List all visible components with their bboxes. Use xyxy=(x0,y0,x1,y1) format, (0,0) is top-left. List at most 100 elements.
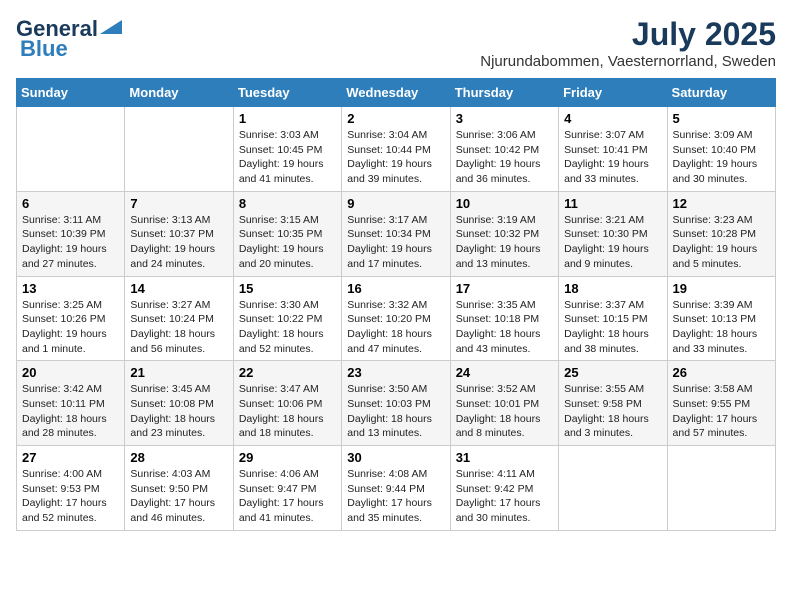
day-info: Sunrise: 3:42 AM Sunset: 10:11 PM Daylig… xyxy=(22,382,119,441)
day-number: 9 xyxy=(347,196,444,211)
page-header: General Blue July 2025 Njurundabommen, V… xyxy=(16,16,776,70)
calendar-cell: 19 Sunrise: 3:39 AM Sunset: 10:13 PM Dayl… xyxy=(667,276,775,361)
calendar-cell: 3 Sunrise: 3:06 AM Sunset: 10:42 PM Dayli… xyxy=(450,107,558,192)
day-info: Sunrise: 4:06 AM Sunset: 9:47 PM Dayligh… xyxy=(239,467,336,526)
calendar-cell: 23Sunrise: 3:50 AM Sunset: 10:03 PM Dayl… xyxy=(342,361,450,446)
day-number: 20 xyxy=(22,365,119,380)
calendar-cell: 29 Sunrise: 4:06 AM Sunset: 9:47 PM Dayli… xyxy=(233,446,341,531)
calendar-week-2: 6 Sunrise: 3:11 AM Sunset: 10:39 PM Dayli… xyxy=(17,191,776,276)
logo-blue: Blue xyxy=(20,36,68,62)
calendar-cell: 5 Sunrise: 3:09 AM Sunset: 10:40 PM Dayli… xyxy=(667,107,775,192)
day-number: 2 xyxy=(347,111,444,126)
day-header-saturday: Saturday xyxy=(667,79,775,107)
day-info: Sunrise: 3:15 AM Sunset: 10:35 PM Daylig… xyxy=(239,213,336,272)
calendar-cell: 4 Sunrise: 3:07 AM Sunset: 10:41 PM Dayli… xyxy=(559,107,667,192)
month-title: July 2025 xyxy=(480,16,776,53)
day-number: 17 xyxy=(456,281,553,296)
title-block: July 2025 Njurundabommen, Vaesternorrlan… xyxy=(480,16,776,70)
day-info: Sunrise: 3:37 AM Sunset: 10:15 PM Daylig… xyxy=(564,298,661,357)
day-number: 15 xyxy=(239,281,336,296)
day-number: 4 xyxy=(564,111,661,126)
day-info: Sunrise: 3:09 AM Sunset: 10:40 PM Daylig… xyxy=(673,128,770,187)
calendar-cell: 31 Sunrise: 4:11 AM Sunset: 9:42 PM Dayli… xyxy=(450,446,558,531)
day-header-wednesday: Wednesday xyxy=(342,79,450,107)
day-info: Sunrise: 3:07 AM Sunset: 10:41 PM Daylig… xyxy=(564,128,661,187)
calendar-cell: 20 Sunrise: 3:42 AM Sunset: 10:11 PM Dayl… xyxy=(17,361,125,446)
calendar-week-5: 27Sunrise: 4:00 AM Sunset: 9:53 PM Dayli… xyxy=(17,446,776,531)
calendar-cell xyxy=(17,107,125,192)
day-header-thursday: Thursday xyxy=(450,79,558,107)
location-title: Njurundabommen, Vaesternorrland, Sweden xyxy=(480,53,776,70)
day-header-sunday: Sunday xyxy=(17,79,125,107)
day-info: Sunrise: 3:17 AM Sunset: 10:34 PM Daylig… xyxy=(347,213,444,272)
day-info: Sunrise: 3:23 AM Sunset: 10:28 PM Daylig… xyxy=(673,213,770,272)
day-number: 28 xyxy=(130,450,227,465)
calendar-cell: 25 Sunrise: 3:55 AM Sunset: 9:58 PM Dayli… xyxy=(559,361,667,446)
day-number: 7 xyxy=(130,196,227,211)
day-info: Sunrise: 3:55 AM Sunset: 9:58 PM Dayligh… xyxy=(564,382,661,441)
day-info: Sunrise: 4:08 AM Sunset: 9:44 PM Dayligh… xyxy=(347,467,444,526)
day-info: Sunrise: 3:13 AM Sunset: 10:37 PM Daylig… xyxy=(130,213,227,272)
day-info: Sunrise: 3:11 AM Sunset: 10:39 PM Daylig… xyxy=(22,213,119,272)
day-info: Sunrise: 3:19 AM Sunset: 10:32 PM Daylig… xyxy=(456,213,553,272)
calendar-cell: 15Sunrise: 3:30 AM Sunset: 10:22 PM Dayl… xyxy=(233,276,341,361)
day-number: 19 xyxy=(673,281,770,296)
day-number: 16 xyxy=(347,281,444,296)
day-info: Sunrise: 3:58 AM Sunset: 9:55 PM Dayligh… xyxy=(673,382,770,441)
day-number: 13 xyxy=(22,281,119,296)
calendar-week-4: 20 Sunrise: 3:42 AM Sunset: 10:11 PM Dayl… xyxy=(17,361,776,446)
calendar-cell xyxy=(125,107,233,192)
day-number: 24 xyxy=(456,365,553,380)
calendar-cell: 6 Sunrise: 3:11 AM Sunset: 10:39 PM Dayli… xyxy=(17,191,125,276)
day-info: Sunrise: 3:52 AM Sunset: 10:01 PM Daylig… xyxy=(456,382,553,441)
calendar-week-1: 1Sunrise: 3:03 AM Sunset: 10:45 PM Dayli… xyxy=(17,107,776,192)
calendar-cell: 14Sunrise: 3:27 AM Sunset: 10:24 PM Dayl… xyxy=(125,276,233,361)
day-number: 25 xyxy=(564,365,661,380)
calendar-week-3: 13Sunrise: 3:25 AM Sunset: 10:26 PM Dayl… xyxy=(17,276,776,361)
calendar-header-row: SundayMondayTuesdayWednesdayThursdayFrid… xyxy=(17,79,776,107)
logo: General Blue xyxy=(16,16,122,62)
calendar-cell: 18 Sunrise: 3:37 AM Sunset: 10:15 PM Dayl… xyxy=(559,276,667,361)
calendar-cell: 28 Sunrise: 4:03 AM Sunset: 9:50 PM Dayli… xyxy=(125,446,233,531)
day-number: 31 xyxy=(456,450,553,465)
day-info: Sunrise: 3:45 AM Sunset: 10:08 PM Daylig… xyxy=(130,382,227,441)
day-number: 6 xyxy=(22,196,119,211)
calendar-cell: 10 Sunrise: 3:19 AM Sunset: 10:32 PM Dayl… xyxy=(450,191,558,276)
calendar-cell: 2 Sunrise: 3:04 AM Sunset: 10:44 PM Dayli… xyxy=(342,107,450,192)
day-number: 18 xyxy=(564,281,661,296)
calendar-cell: 12Sunrise: 3:23 AM Sunset: 10:28 PM Dayl… xyxy=(667,191,775,276)
calendar-cell: 27Sunrise: 4:00 AM Sunset: 9:53 PM Dayli… xyxy=(17,446,125,531)
day-info: Sunrise: 4:03 AM Sunset: 9:50 PM Dayligh… xyxy=(130,467,227,526)
day-info: Sunrise: 4:11 AM Sunset: 9:42 PM Dayligh… xyxy=(456,467,553,526)
calendar-cell: 13Sunrise: 3:25 AM Sunset: 10:26 PM Dayl… xyxy=(17,276,125,361)
logo-triangle-icon xyxy=(100,20,122,34)
day-number: 5 xyxy=(673,111,770,126)
calendar-cell: 24 Sunrise: 3:52 AM Sunset: 10:01 PM Dayl… xyxy=(450,361,558,446)
day-number: 22 xyxy=(239,365,336,380)
day-number: 10 xyxy=(456,196,553,211)
calendar-table: SundayMondayTuesdayWednesdayThursdayFrid… xyxy=(16,78,776,531)
day-number: 26 xyxy=(673,365,770,380)
day-info: Sunrise: 3:39 AM Sunset: 10:13 PM Daylig… xyxy=(673,298,770,357)
day-header-monday: Monday xyxy=(125,79,233,107)
calendar-cell: 22 Sunrise: 3:47 AM Sunset: 10:06 PM Dayl… xyxy=(233,361,341,446)
day-info: Sunrise: 3:32 AM Sunset: 10:20 PM Daylig… xyxy=(347,298,444,357)
calendar-body: 1Sunrise: 3:03 AM Sunset: 10:45 PM Dayli… xyxy=(17,107,776,531)
calendar-cell: 21 Sunrise: 3:45 AM Sunset: 10:08 PM Dayl… xyxy=(125,361,233,446)
day-header-friday: Friday xyxy=(559,79,667,107)
day-info: Sunrise: 3:47 AM Sunset: 10:06 PM Daylig… xyxy=(239,382,336,441)
day-number: 30 xyxy=(347,450,444,465)
calendar-cell: 26 Sunrise: 3:58 AM Sunset: 9:55 PM Dayli… xyxy=(667,361,775,446)
day-number: 29 xyxy=(239,450,336,465)
day-info: Sunrise: 3:21 AM Sunset: 10:30 PM Daylig… xyxy=(564,213,661,272)
day-number: 21 xyxy=(130,365,227,380)
day-info: Sunrise: 3:50 AM Sunset: 10:03 PM Daylig… xyxy=(347,382,444,441)
day-number: 27 xyxy=(22,450,119,465)
day-number: 11 xyxy=(564,196,661,211)
calendar-cell: 30 Sunrise: 4:08 AM Sunset: 9:44 PM Dayli… xyxy=(342,446,450,531)
calendar-cell: 17Sunrise: 3:35 AM Sunset: 10:18 PM Dayl… xyxy=(450,276,558,361)
day-info: Sunrise: 3:27 AM Sunset: 10:24 PM Daylig… xyxy=(130,298,227,357)
day-number: 3 xyxy=(456,111,553,126)
day-info: Sunrise: 3:04 AM Sunset: 10:44 PM Daylig… xyxy=(347,128,444,187)
day-info: Sunrise: 3:06 AM Sunset: 10:42 PM Daylig… xyxy=(456,128,553,187)
